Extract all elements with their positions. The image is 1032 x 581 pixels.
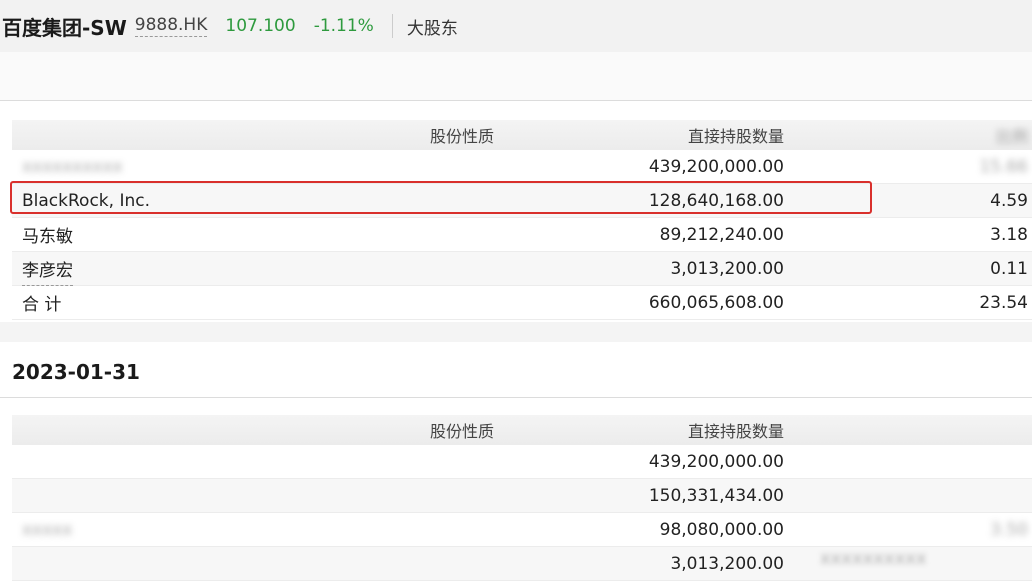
shareholder-name[interactable]: 马东敏 <box>22 218 73 251</box>
table-row-total: 合 计 660,065,608.00 23.54 <box>12 286 1032 320</box>
ticker-link[interactable]: 9888.HK <box>134 15 208 37</box>
pct-value-blurred: 3.50 <box>990 519 1028 540</box>
highlight-box <box>10 181 872 214</box>
shares-value: 3,013,200.00 <box>670 553 784 574</box>
table-header: 股份性质 直接持股数量 <box>12 415 1032 445</box>
shareholder-name[interactable]: 李彦宏 <box>22 252 73 286</box>
table-header: 股份性质 直接持股数量 比例 <box>12 120 1032 150</box>
col-header-nature: 股份性质 <box>430 422 495 441</box>
pct-value: 4.59 <box>990 190 1028 211</box>
report-date: 2023-01-31 <box>12 360 140 384</box>
shares-value: 3,013,200.00 <box>670 258 784 279</box>
header-divider <box>391 14 393 38</box>
shareholder-name-blurred: xxxxx <box>22 519 73 540</box>
price-change: -1.11% <box>313 16 374 36</box>
tab-major-shareholders[interactable]: 大股东 <box>407 14 458 39</box>
stock-header: 百度集团-SW 9888.HK 107.100 -1.11% 大股东 <box>0 0 1032 52</box>
table-row: xxxxxxxxxx 439,200,000.00 15.66 <box>12 150 1032 184</box>
table-row: xxxxx 98,080,000.00 3.50 <box>12 513 1032 547</box>
table-row: 439,200,000.00 <box>12 445 1032 479</box>
shares-value: 439,200,000.00 <box>648 451 784 472</box>
pct-value: 0.11 <box>990 258 1028 279</box>
col-header-pct-blurred: 比例 <box>995 127 1028 146</box>
shares-total: 660,065,608.00 <box>648 292 784 313</box>
company-name: 百度集团-SW <box>2 15 127 40</box>
date-divider <box>0 397 1032 398</box>
stock-price: 107.100 <box>225 16 296 36</box>
table-row: 李彦宏 3,013,200.00 0.11 <box>12 252 1032 286</box>
shareholder-table-1: 股份性质 直接持股数量 比例 xxxxxxxxxx 439,200,000.00… <box>12 120 1032 320</box>
shareholder-name-blurred: xxxxxxxxxx <box>22 156 123 177</box>
pct-total: 23.54 <box>979 292 1028 313</box>
col-header-nature: 股份性质 <box>430 127 495 146</box>
shares-value: 150,331,434.00 <box>648 485 784 506</box>
shares-value: 89,212,240.00 <box>659 224 784 245</box>
col-header-shares: 直接持股数量 <box>687 422 784 441</box>
table-row: 马东敏 89,212,240.00 3.18 <box>12 218 1032 252</box>
table-row: 150,331,434.00 <box>12 479 1032 513</box>
total-label: 合 计 <box>22 295 62 315</box>
pct-value: 3.18 <box>990 224 1028 245</box>
blank-band <box>0 52 1032 101</box>
section-gap <box>0 322 1032 342</box>
shares-value: 98,080,000.00 <box>659 519 784 540</box>
shares-value: 439,200,000.00 <box>648 156 784 177</box>
pct-value-blurred: 15.66 <box>979 156 1028 177</box>
watermark-blurred: xxxxxxxxxx <box>820 548 927 569</box>
col-header-shares: 直接持股数量 <box>687 127 784 146</box>
